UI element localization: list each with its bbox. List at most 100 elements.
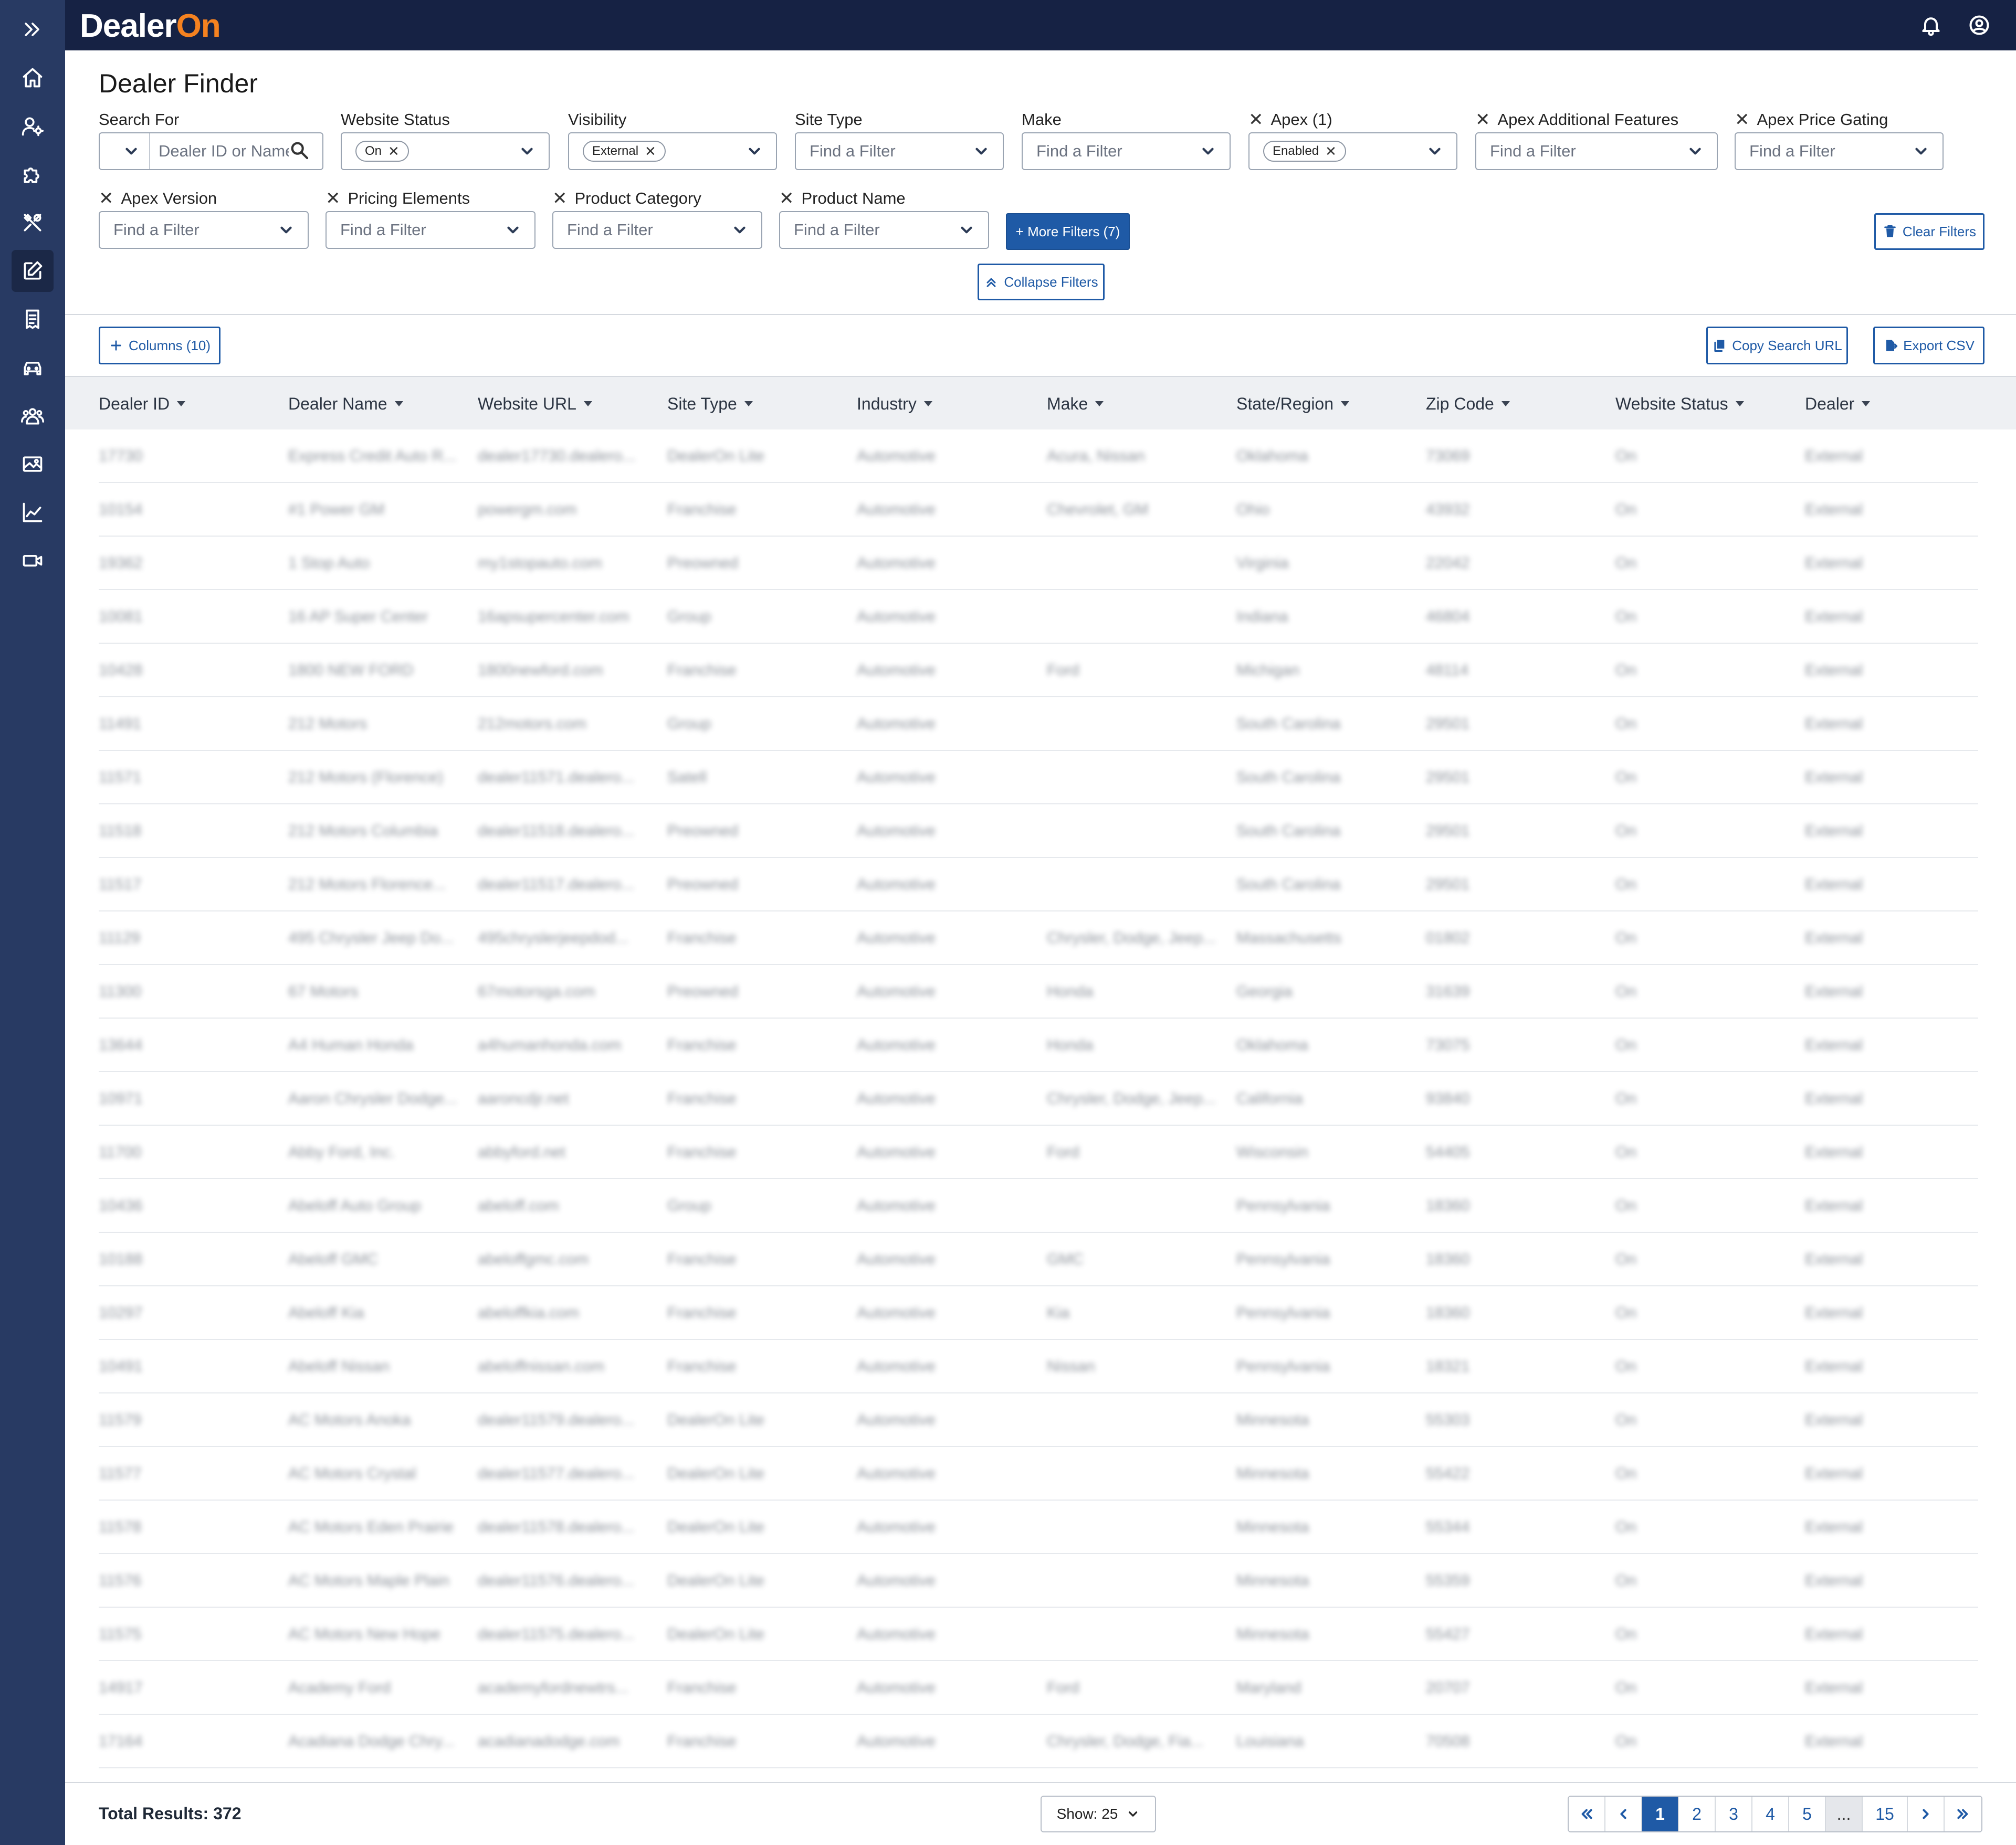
page-button[interactable]: 5 bbox=[1789, 1797, 1826, 1831]
remove-filter-icon[interactable]: ✕ bbox=[1475, 111, 1490, 129]
first-page-button[interactable] bbox=[1569, 1797, 1605, 1831]
col-header-industry[interactable]: Industry bbox=[857, 377, 932, 431]
apex-price-gating-select[interactable]: Find a Filter bbox=[1735, 132, 1944, 170]
image-gallery-icon[interactable] bbox=[0, 443, 65, 485]
page-button[interactable]: 3 bbox=[1716, 1797, 1752, 1831]
columns-button[interactable]: Columns (10) bbox=[99, 327, 220, 364]
last-page-button[interactable] bbox=[1945, 1797, 1981, 1831]
site-type-select[interactable]: Find a Filter bbox=[795, 132, 1004, 170]
collapse-filters-button[interactable]: Collapse Filters bbox=[978, 264, 1105, 300]
product-category-select[interactable]: Find a Filter bbox=[552, 211, 762, 249]
table-row[interactable]: 11571 212 Motors (Florence) dealer11571.de… bbox=[99, 751, 1978, 804]
next-page-button[interactable] bbox=[1908, 1797, 1945, 1831]
search-input[interactable]: Dealer ID or Name bbox=[99, 132, 323, 170]
col-header-make[interactable]: Make bbox=[1047, 377, 1104, 431]
user-settings-icon[interactable] bbox=[0, 105, 65, 147]
pricing-elements-select[interactable]: Find a Filter bbox=[326, 211, 536, 249]
puzzle-icon[interactable] bbox=[0, 153, 65, 195]
account-icon[interactable] bbox=[1968, 14, 1991, 37]
col-header-dealer-id[interactable]: Dealer ID bbox=[99, 377, 186, 431]
table-row[interactable]: 10428 1800 NEW FORD 1800newford.com Franchi… bbox=[99, 644, 1978, 697]
product-name-select[interactable]: Find a Filter bbox=[779, 211, 989, 249]
col-header-dealer-name[interactable]: Dealer Name bbox=[288, 377, 403, 431]
page-size-select[interactable]: Show: 25 bbox=[1041, 1796, 1156, 1832]
analytics-icon[interactable] bbox=[0, 491, 65, 533]
more-filters-button[interactable]: + More Filters (7) bbox=[1006, 213, 1130, 250]
chevron-down-icon[interactable] bbox=[113, 133, 150, 169]
table-row[interactable]: 11300 67 Motors 67motorsga.com Preowned Auto… bbox=[99, 965, 1978, 1019]
expand-sidebar-icon[interactable] bbox=[0, 8, 65, 50]
prev-page-button[interactable] bbox=[1605, 1797, 1642, 1831]
table-row[interactable]: 19362 1 Stop Auto my1stopauto.com Preowned A… bbox=[99, 537, 1978, 590]
page-button[interactable]: 4 bbox=[1752, 1797, 1789, 1831]
chevron-down-icon[interactable] bbox=[518, 142, 536, 160]
col-header-zip-code[interactable]: Zip Code bbox=[1426, 377, 1510, 431]
edit-icon[interactable] bbox=[12, 250, 54, 292]
remove-filter-icon[interactable]: ✕ bbox=[552, 190, 568, 207]
table-row[interactable]: 11577 AC Motors Crystal dealer11577.dealer… bbox=[99, 1447, 1978, 1501]
table-row[interactable]: 10971 Aaron Chrysler Dodge... aaroncdjr.ne… bbox=[99, 1072, 1978, 1126]
chevron-down-icon[interactable] bbox=[972, 142, 990, 160]
make-select[interactable]: Find a Filter bbox=[1022, 132, 1231, 170]
table-row[interactable]: 11575 AC Motors New Hope dealer11575.deale… bbox=[99, 1608, 1978, 1661]
remove-filter-icon[interactable]: ✕ bbox=[779, 190, 794, 207]
table-row[interactable]: 10491 Abeloff Nissan abeloffnissan.com Fran… bbox=[99, 1340, 1978, 1393]
chevron-down-icon[interactable] bbox=[1426, 142, 1444, 160]
col-header-website-url[interactable]: Website URL bbox=[478, 377, 592, 431]
page-button[interactable]: 15 bbox=[1863, 1797, 1908, 1831]
table-row[interactable]: 14917 Academy Ford academyfordnewtrs... Fra… bbox=[99, 1661, 1978, 1715]
video-icon[interactable] bbox=[0, 540, 65, 582]
home-icon[interactable] bbox=[0, 57, 65, 99]
export-csv-button[interactable]: Export CSV bbox=[1873, 327, 1984, 364]
table-row[interactable]: 10188 Abeloff GMC abeloffgmc.com Franchise A… bbox=[99, 1233, 1978, 1286]
visibility-select[interactable]: External ✕ bbox=[568, 132, 777, 170]
table-row[interactable]: 11579 AC Motors Anoka dealer11579.dealero.… bbox=[99, 1393, 1978, 1447]
table-row[interactable]: 11129 495 Chrysler Jeep Do... 495chryslerj… bbox=[99, 911, 1978, 965]
chevron-down-icon[interactable] bbox=[504, 221, 522, 239]
chevron-down-icon[interactable] bbox=[958, 221, 975, 239]
tools-icon[interactable] bbox=[0, 202, 65, 244]
remove-filter-icon[interactable]: ✕ bbox=[1248, 111, 1264, 129]
chevron-down-icon[interactable] bbox=[1199, 142, 1217, 160]
receipt-icon[interactable] bbox=[0, 298, 65, 340]
table-row[interactable]: 13644 A4 Human Honda a4humanhonda.com Franc… bbox=[99, 1019, 1978, 1072]
clear-filters-button[interactable]: Clear Filters bbox=[1874, 213, 1984, 250]
col-header-state-region[interactable]: State/Region bbox=[1236, 377, 1350, 431]
dealeron-logo[interactable]: Dealer On bbox=[80, 7, 221, 45]
apex-additional-features-select[interactable]: Find a Filter bbox=[1475, 132, 1718, 170]
copy-search-url-button[interactable]: Copy Search URL bbox=[1706, 327, 1848, 364]
remove-filter-icon[interactable]: ✕ bbox=[1735, 111, 1750, 129]
table-row[interactable]: 10154 #1 Power GM powergm.com Franchise Auto… bbox=[99, 483, 1978, 537]
apex-version-select[interactable]: Find a Filter bbox=[99, 211, 309, 249]
close-icon[interactable]: ✕ bbox=[388, 143, 400, 160]
page-button[interactable]: 1 bbox=[1642, 1797, 1679, 1831]
chevron-down-icon[interactable] bbox=[731, 221, 749, 239]
col-header-website-status[interactable]: Website Status bbox=[1615, 377, 1744, 431]
chevron-down-icon[interactable] bbox=[746, 142, 763, 160]
col-header-site-type[interactable]: Site Type bbox=[667, 377, 753, 431]
table-row[interactable]: 10297 Abeloff Kia abeloffkia.com Franchise A… bbox=[99, 1286, 1978, 1340]
table-row[interactable]: 10081 16 AP Super Center 16apsupercenter.c… bbox=[99, 590, 1978, 644]
remove-filter-icon[interactable]: ✕ bbox=[99, 190, 114, 207]
table-row[interactable]: 11578 AC Motors Eden Prairie dealer11578.d… bbox=[99, 1501, 1978, 1554]
close-icon[interactable]: ✕ bbox=[1325, 143, 1337, 160]
table-row[interactable]: 11518 212 Motors Columbia dealer11518.deal… bbox=[99, 804, 1978, 858]
chevron-down-icon[interactable] bbox=[1912, 142, 1930, 160]
search-icon[interactable] bbox=[289, 140, 310, 163]
table-row[interactable]: 11517 212 Motors Florence... dealer11517.d… bbox=[99, 858, 1978, 911]
car-icon[interactable] bbox=[0, 347, 65, 389]
page-button[interactable]: 2 bbox=[1679, 1797, 1716, 1831]
website-status-select[interactable]: On ✕ bbox=[341, 132, 550, 170]
table-row[interactable]: 11491 212 Motors 212motors.com Group Automot… bbox=[99, 697, 1978, 751]
bell-icon[interactable] bbox=[1919, 14, 1942, 37]
col-header-dealer[interactable]: Dealer bbox=[1805, 377, 1871, 431]
table-row[interactable]: 17164 Acadiana Dodge Chry... acadianadodge… bbox=[99, 1715, 1978, 1768]
close-icon[interactable]: ✕ bbox=[645, 143, 656, 160]
table-row[interactable]: 11576 AC Motors Maple Plain dealer11576.de… bbox=[99, 1554, 1978, 1608]
chevron-down-icon[interactable] bbox=[277, 221, 295, 239]
apex-select[interactable]: Enabled ✕ bbox=[1248, 132, 1457, 170]
table-row[interactable]: 11700 Abby Ford, Inc. abbyford.net Franchis… bbox=[99, 1126, 1978, 1179]
users-icon[interactable] bbox=[0, 395, 65, 437]
chevron-down-icon[interactable] bbox=[1686, 142, 1704, 160]
remove-filter-icon[interactable]: ✕ bbox=[326, 190, 341, 207]
